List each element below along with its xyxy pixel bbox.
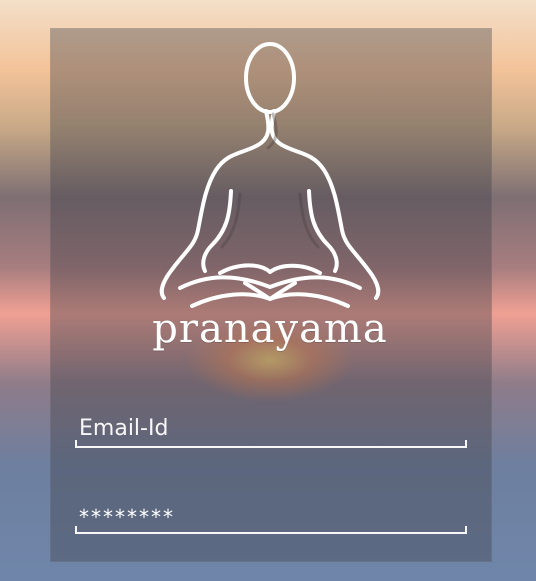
email-input[interactable]: [79, 414, 459, 442]
meditating-figure-icon: [150, 40, 390, 325]
password-field[interactable]: [75, 500, 467, 534]
email-field-underline: [75, 440, 467, 448]
email-field[interactable]: [75, 414, 467, 448]
app-title: pranayama: [152, 306, 388, 352]
password-field-underline: [75, 526, 467, 534]
